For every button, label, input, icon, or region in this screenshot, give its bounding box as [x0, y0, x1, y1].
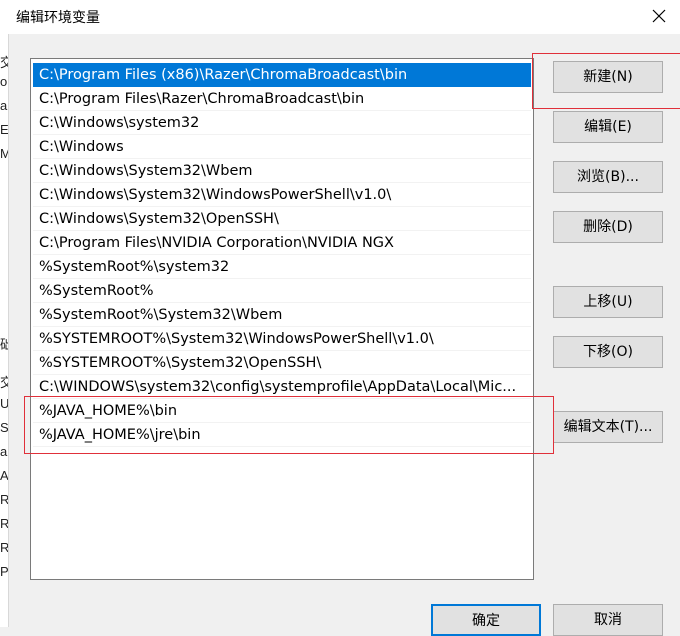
close-button[interactable]: [644, 2, 674, 30]
background-window-strip: 交 or a E M 础 交 U S a A R R R P: [0, 0, 9, 627]
move-down-button[interactable]: 下移(O): [553, 336, 663, 368]
close-icon: [652, 9, 666, 23]
background-fragment: S: [0, 420, 9, 435]
path-list-item[interactable]: %SystemRoot%\system32: [33, 255, 531, 279]
move-up-button[interactable]: 上移(U): [553, 286, 663, 318]
edit-button[interactable]: 编辑(E): [553, 111, 663, 143]
path-list-item[interactable]: C:\WINDOWS\system32\config\systemprofile…: [33, 375, 531, 399]
background-fragment: R: [0, 540, 9, 555]
path-list-item[interactable]: C:\Windows\System32\WindowsPowerShell\v1…: [33, 183, 531, 207]
background-fragment: U: [0, 396, 9, 411]
path-list-item[interactable]: C:\Windows\System32\Wbem: [33, 159, 531, 183]
path-list-item[interactable]: %SYSTEMROOT%\System32\OpenSSH\: [33, 351, 531, 375]
dialog-titlebar: 编辑环境变量: [8, 0, 680, 34]
background-fragment: A: [0, 468, 9, 483]
path-list-item[interactable]: C:\Windows: [33, 135, 531, 159]
background-fragment: R: [0, 492, 9, 507]
ok-button[interactable]: 确定: [431, 604, 541, 636]
background-fragment: M: [0, 146, 8, 161]
path-list-item[interactable]: C:\Windows\System32\OpenSSH\: [33, 207, 531, 231]
cancel-button[interactable]: 取消: [553, 604, 663, 636]
path-list-item[interactable]: C:\Program Files\NVIDIA Corporation\NVID…: [33, 231, 531, 255]
dialog-title: 编辑环境变量: [16, 10, 100, 26]
background-fragment: a: [0, 444, 8, 459]
background-fragment: a: [0, 98, 8, 113]
background-fragment: E: [0, 122, 9, 137]
path-list[interactable]: C:\Program Files (x86)\Razer\ChromaBroad…: [30, 58, 534, 580]
background-fragment: P: [0, 564, 9, 579]
path-list-item[interactable]: C:\Program Files (x86)\Razer\ChromaBroad…: [33, 63, 531, 87]
path-list-item[interactable]: %SYSTEMROOT%\System32\WindowsPowerShell\…: [33, 327, 531, 351]
path-list-item[interactable]: %JAVA_HOME%\bin: [33, 399, 531, 423]
background-fragment: 础: [0, 334, 8, 353]
path-list-item[interactable]: %SystemRoot%: [33, 279, 531, 303]
edit-text-button[interactable]: 编辑文本(T)...: [553, 411, 663, 443]
path-list-item[interactable]: %JAVA_HOME%\jre\bin: [33, 423, 531, 447]
background-fragment: 交: [0, 372, 8, 391]
new-button[interactable]: 新建(N): [553, 61, 663, 93]
path-list-item[interactable]: %SystemRoot%\System32\Wbem: [33, 303, 531, 327]
path-list-item[interactable]: C:\Windows\system32: [33, 111, 531, 135]
background-fragment: R: [0, 516, 9, 531]
delete-button[interactable]: 删除(D): [553, 211, 663, 243]
browse-button[interactable]: 浏览(B)...: [553, 161, 663, 193]
path-list-item[interactable]: C:\Program Files\Razer\ChromaBroadcast\b…: [33, 87, 531, 111]
background-fragment: 交: [0, 52, 8, 71]
background-fragment: or: [0, 74, 8, 89]
